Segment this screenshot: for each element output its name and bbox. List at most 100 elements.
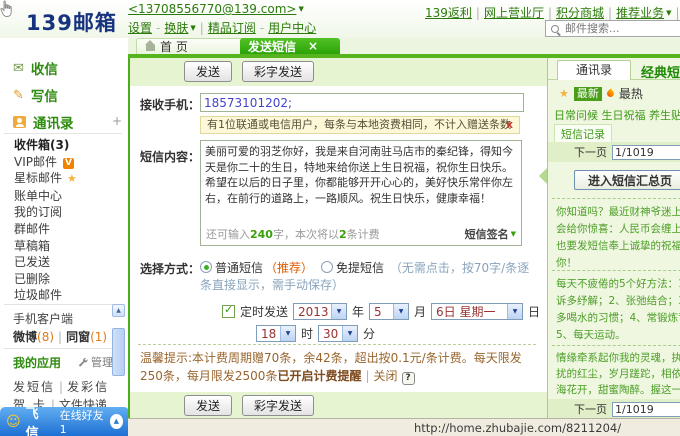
fetion-bar[interactable]: ☺ 飞信 在线好友1 ▲: [0, 407, 129, 436]
panel-collapse-icon[interactable]: [539, 168, 547, 184]
dashed-divider: [552, 345, 680, 346]
account-email[interactable]: <13708556770@139.com>: [128, 2, 296, 16]
fetion-label: 飞信: [25, 406, 39, 436]
manage-apps-link[interactable]: 管理: [78, 354, 113, 370]
minute-select[interactable]: 30 ▼: [318, 325, 359, 342]
sidebar-item-mobile-client[interactable]: 手机客户端: [13, 310, 73, 327]
recipient-input[interactable]: [200, 93, 524, 112]
radio-handsfree-label[interactable]: 免提短信: [336, 261, 384, 275]
add-contact-icon[interactable]: +: [112, 114, 122, 128]
tab-close-icon[interactable]: ×: [308, 39, 318, 53]
rich-send-button-bottom[interactable]: 彩字发送: [242, 395, 315, 416]
folder-inbox[interactable]: 收件箱(3): [14, 137, 77, 154]
tip-close-link[interactable]: 关闭: [374, 369, 398, 383]
recommend-caret-icon[interactable]: ▼: [666, 9, 671, 17]
my-apps-row: 我的应用 管理: [13, 354, 113, 371]
sidebar-item-contacts[interactable]: 通讯录: [13, 112, 74, 132]
signature-dropdown[interactable]: 短信签名 ▼: [465, 226, 516, 242]
folder-sent[interactable]: 已发送: [14, 254, 77, 271]
folder-group-mail[interactable]: 群邮件: [14, 221, 77, 238]
skin-link[interactable]: 换肤: [164, 21, 188, 35]
folder-vip[interactable]: VIP邮件 V: [14, 154, 77, 171]
contacts-icon: [13, 116, 26, 128]
search-input[interactable]: [563, 21, 667, 36]
skin-caret-icon[interactable]: ▼: [190, 24, 195, 32]
radio-normal-label[interactable]: 普通短信: [215, 261, 263, 275]
flame-icon: [605, 88, 616, 99]
scrollbar-thumb[interactable]: [112, 328, 125, 376]
folder-starred[interactable]: 星标邮件 ★: [14, 170, 77, 188]
sidebar-item-compose-mail[interactable]: ✎ 写信: [13, 85, 58, 106]
sms-summary-button[interactable]: 进入短信汇总页: [574, 170, 680, 190]
user-center-link[interactable]: 用户中心: [268, 21, 316, 35]
radio-normal-sms[interactable]: [200, 261, 212, 273]
method-label: 选择方式：: [140, 262, 201, 276]
pager-bottom: 下一页: [548, 399, 680, 419]
day-select[interactable]: 6日 星期一 ▼: [431, 303, 524, 320]
sms-records-tab[interactable]: 短信记录: [554, 124, 612, 143]
points-mall-link[interactable]: 积分商城: [556, 6, 604, 20]
tab-classic-sms[interactable]: 经典短信: [641, 62, 680, 81]
right-panel-tabs: 通讯录 经典短信: [548, 58, 680, 81]
account-caret-icon[interactable]: ▼: [298, 5, 303, 13]
home-icon: [145, 40, 155, 51]
select-caret-icon: ▼: [331, 304, 347, 319]
sidebar-item-receive-mail[interactable]: ✉ 收信: [13, 58, 58, 79]
send-button-bottom[interactable]: 发送: [184, 395, 233, 416]
sort-newest-badge[interactable]: 最新: [573, 86, 602, 101]
weibo-link[interactable]: 微博: [13, 330, 37, 344]
settings-link[interactable]: 设置: [128, 21, 152, 35]
notice-close-icon[interactable]: x: [506, 117, 513, 133]
sms-template-item[interactable]: 情缘牵系起你我的灵魂，执手 扰的红尘，岁月蹉跎，相依相 海花开，甜蜜陶醉。握这一…: [556, 350, 680, 398]
next-page-link[interactable]: 下一页: [574, 144, 607, 160]
tab-home-label: 首 页: [160, 40, 188, 54]
rich-send-button-top[interactable]: 彩字发送: [242, 61, 315, 82]
hour-select[interactable]: 18 ▼: [256, 325, 296, 342]
tab-home[interactable]: 首 页: [136, 38, 244, 54]
tab-send-sms[interactable]: 发送短信 ×: [240, 38, 340, 54]
logo: 139邮箱: [26, 11, 117, 35]
pager-top: 下一页: [548, 142, 680, 162]
next-page-link[interactable]: 下一页: [574, 401, 607, 417]
send-mms-app-link[interactable]: 发彩信: [67, 380, 109, 394]
message-textarea[interactable]: 美丽可爱的羽芝你好，我是来自河南驻马店市的秦纪锋，得知今天是你二十的生日，特地来…: [205, 144, 515, 206]
schedule-checkbox[interactable]: ✓: [222, 303, 235, 318]
help-icon[interactable]: ?: [401, 371, 415, 385]
recommend-services-link[interactable]: 推荐业务: [616, 6, 664, 20]
folder-deleted[interactable]: 已删除: [14, 271, 77, 288]
select-caret-icon: ▼: [507, 304, 523, 319]
receive-mail-label: 收信: [30, 62, 58, 78]
sms-template-item[interactable]: 你知道吗？最近财神爷迷上了 会给你惊喜：人民币会缠上你 也要发短信奉上诚挚的祝福…: [556, 204, 680, 272]
send-sms-app-link[interactable]: 发短信: [13, 380, 55, 394]
rebate-link[interactable]: 139返利: [425, 6, 472, 20]
month-select[interactable]: 5 ▼: [369, 303, 410, 320]
tab-contacts[interactable]: 通讯录: [557, 60, 631, 80]
classmate-link[interactable]: 同窗: [66, 330, 90, 344]
folder-spam[interactable]: 垃圾邮件: [14, 287, 77, 304]
year-select[interactable]: 2013 ▼: [293, 303, 348, 320]
sms-template-item[interactable]: 每天不疲倦的5个好方法：1、 诉多纾解；2、张弛结合；3、 多喝水的习惯；4、常…: [556, 276, 680, 344]
folder-billing-center[interactable]: 账单中心: [14, 188, 77, 205]
collapse-up-icon[interactable]: ▲: [109, 414, 123, 429]
star-icon: ★: [559, 87, 569, 100]
sms-categories[interactable]: 日常问候 生日祝福 养生贴士 节日祝福: [554, 107, 680, 123]
scrollbar-up-icon[interactable]: ▲: [112, 304, 125, 317]
separator: |: [59, 380, 64, 394]
compose-mail-label: 写信: [30, 89, 58, 105]
separator: -: [259, 21, 265, 35]
send-button-top[interactable]: 发送: [184, 61, 233, 82]
day-unit: 日: [528, 305, 541, 319]
star-icon: ★: [67, 172, 77, 186]
dashed-divider: [552, 198, 680, 199]
page-number-input[interactable]: [612, 144, 680, 160]
folder-subscriptions[interactable]: 我的订阅: [14, 204, 77, 221]
radio-handsfree-sms[interactable]: [321, 261, 334, 273]
sms-compose-panel: 发送 彩字发送 接收手机： 有1位联通或电信用户，每条与本地资费相同，不计入赠送…: [128, 58, 548, 418]
sidebar-item-weibo-classmate: 微博(8) | 同窗(1): [13, 328, 107, 345]
premium-subscribe-link[interactable]: 精品订阅: [208, 21, 256, 35]
page-number-input[interactable]: [612, 401, 680, 417]
mail-search-box[interactable]: [545, 20, 680, 37]
folder-drafts[interactable]: 草稿箱: [14, 238, 77, 255]
sort-hottest-link[interactable]: 最热: [619, 85, 643, 102]
online-hall-link[interactable]: 网上营业厅: [484, 6, 544, 20]
